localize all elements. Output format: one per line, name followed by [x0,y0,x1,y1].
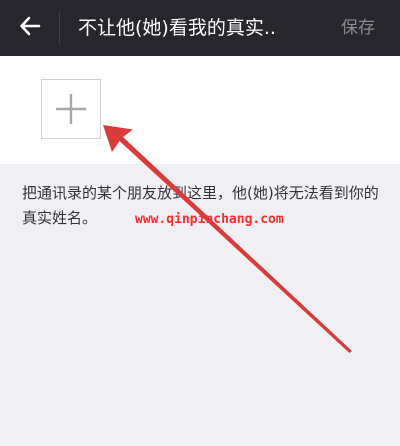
back-button[interactable] [12,10,48,46]
page-title: 不让他(她)看我的真实... [78,17,278,39]
save-button[interactable]: 保存 [330,13,386,43]
watermark-text: www.qinpinchang.com [135,212,284,227]
arrow-left-icon [19,15,41,41]
top-bar: 不让他(她)看我的真实... 保存 [0,0,400,56]
header-divider [59,12,60,44]
add-member-button[interactable] [41,79,101,139]
